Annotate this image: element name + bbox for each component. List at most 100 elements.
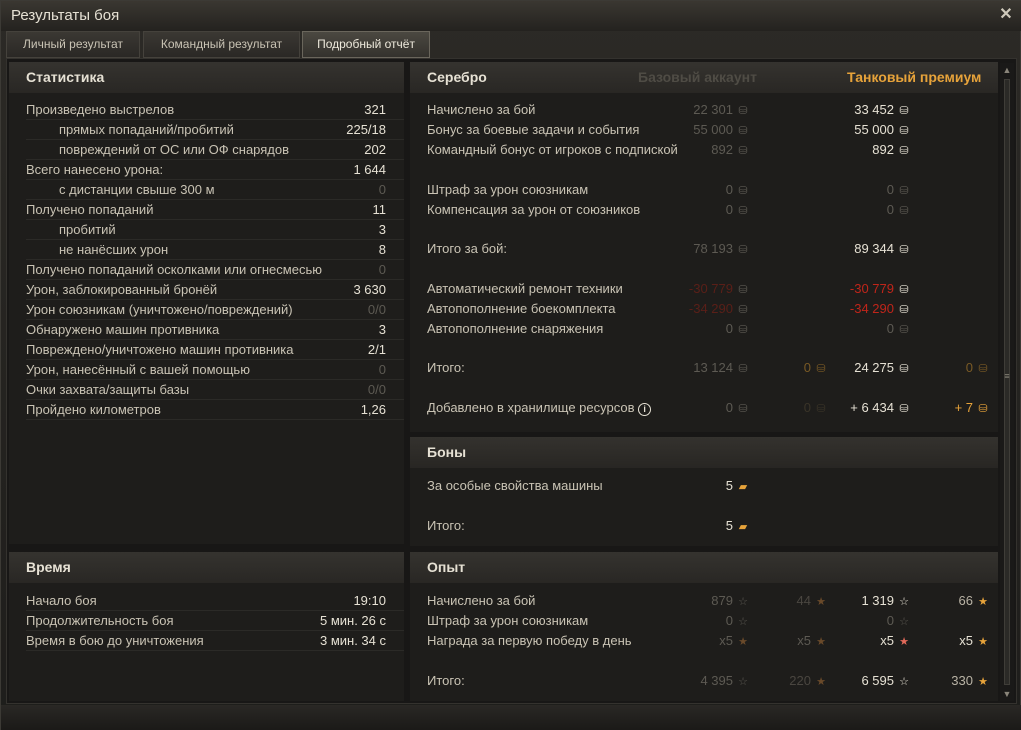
base-xp: 4 395 ☆: [700, 671, 750, 692]
scroll-grip-icon[interactable]: ≡: [1002, 371, 1012, 381]
prem-credits: 55 000 ⛁: [854, 120, 911, 141]
prem-xp: 0 ☆: [887, 611, 911, 632]
bottom-bar: [1, 705, 1021, 730]
base-gold-value: 0: [803, 360, 811, 375]
stat-value: 202: [364, 142, 386, 157]
bond-icon: ▰: [738, 521, 748, 533]
silver-label: Автопополнение снаряжения: [427, 321, 604, 336]
time-value: 5 мин. 26 с: [319, 613, 386, 628]
scroll-up-icon[interactable]: ▲: [1000, 63, 1014, 77]
stat-value: 2/1: [367, 342, 386, 357]
credits-icon: ⛁: [899, 324, 909, 336]
credits-icon: ⛁: [899, 304, 909, 316]
stat-label: не нанёсших урон: [59, 242, 169, 257]
silver-label: Штраф за урон союзникам: [427, 182, 589, 197]
base-credits: 55 000 ⛁: [693, 120, 750, 141]
prem-gold: 0 ⛁: [966, 358, 990, 379]
bonds-value: 5: [725, 518, 733, 533]
free-xp-star-icon: ★: [816, 636, 826, 648]
prem-gold: + 7 ⛁: [955, 398, 990, 419]
base-credits-value: 0: [725, 202, 733, 217]
base-gold: 0 ⛁: [804, 398, 828, 419]
bonds-amount: 5 ▰: [726, 516, 750, 537]
stat-label: Урон союзникам (уничтожено/повреждений): [26, 302, 293, 317]
prem-free-xp-value: 66: [958, 593, 973, 608]
base-credits: 13 124 ⛁: [693, 358, 750, 379]
silver-title-text: Серебро: [427, 69, 487, 85]
base-free-xp-value: x5: [797, 633, 811, 648]
window-title: Результаты боя: [11, 7, 120, 24]
free-xp-star-icon: ★: [816, 676, 826, 688]
silver-label: Добавлено в хранилище ресурсов i: [427, 398, 652, 418]
prem-credits: 0 ⛁: [887, 319, 911, 340]
scroll-track[interactable]: [1004, 79, 1010, 685]
detailed-report-content: Статистика Произведено выстрелов 321 прям…: [6, 58, 1017, 704]
stat-label: повреждений от ОС или ОФ снарядов: [59, 142, 290, 157]
silver-label: Командный бонус от игроков с подпиской: [427, 142, 678, 157]
premium-account-header: Танковый премиум: [847, 69, 982, 85]
base-credits: 892 ⛁: [711, 140, 750, 161]
credits-icon: ⛁: [738, 304, 748, 316]
xp-label: Итого:: [427, 673, 465, 688]
base-credits-value: 0: [725, 400, 733, 415]
base-xp-value: 879: [711, 593, 733, 608]
stat-label: Урон, заблокированный бронёй: [26, 282, 218, 297]
xp-star-icon: ★: [899, 636, 909, 648]
credits-icon: ⛁: [738, 284, 748, 296]
gold-icon: ⛁: [816, 403, 826, 415]
stat-label: Произведено выстрелов: [26, 102, 175, 117]
stat-value: 0: [378, 262, 386, 277]
base-free-xp: 220 ★: [789, 671, 828, 692]
credits-icon: ⛁: [738, 105, 748, 117]
stat-value: 3: [378, 222, 386, 237]
storage-label: Добавлено в хранилище ресурсов: [427, 400, 635, 415]
prem-credits: -30 779 ⛁: [850, 279, 911, 300]
prem-xp: 6 595 ☆: [861, 671, 911, 692]
stat-label: Обнаружено машин противника: [26, 322, 220, 337]
prem-credits-value: + 6 434: [850, 400, 894, 415]
xp-star-icon: ☆: [899, 616, 909, 628]
stat-value: 3: [378, 322, 386, 337]
prem-credits-value: 0: [886, 321, 894, 336]
experience-panel: Опыт Начислено за бой 879 ☆ 44 ★ 1 319 ☆ 66…: [410, 552, 998, 701]
prem-credits: 24 275 ⛁: [854, 358, 911, 379]
tab-team-result[interactable]: Командный результат: [143, 31, 300, 58]
xp-star-icon: ☆: [738, 616, 748, 628]
tab-detailed-report[interactable]: Подробный отчёт: [302, 31, 430, 58]
prem-credits-value: -34 290: [849, 301, 894, 316]
credits-icon: ⛁: [738, 205, 748, 217]
prem-credits: -34 290 ⛁: [850, 299, 911, 320]
stat-value: 225/18: [346, 122, 386, 137]
credits-icon: ⛁: [738, 185, 748, 197]
base-credits: 0 ⛁: [726, 398, 750, 419]
prem-credits-value: 0: [886, 182, 894, 197]
bond-icon: ▰: [738, 481, 748, 493]
stat-label: Повреждено/уничтожено машин противника: [26, 342, 294, 357]
info-icon[interactable]: i: [638, 403, 652, 416]
close-icon[interactable]: ✕: [998, 4, 1014, 24]
prem-gold-value: 0: [965, 360, 973, 375]
base-credits-value: 55 000: [693, 122, 733, 137]
gold-icon: ⛁: [978, 363, 988, 375]
base-gold: 0 ⛁: [804, 358, 828, 379]
scrollbar[interactable]: ▲ ≡ ▼: [1000, 63, 1014, 701]
prem-credits-value: 55 000: [854, 122, 894, 137]
time-title: Время: [9, 552, 404, 583]
stat-label: пробитий: [59, 222, 116, 237]
stat-label: Очки захвата/защиты базы: [26, 382, 190, 397]
xp-star-icon: ★: [738, 636, 748, 648]
xp-star-icon: ☆: [738, 676, 748, 688]
base-credits: 78 193 ⛁: [693, 239, 750, 260]
stat-value: 1 644: [353, 162, 386, 177]
scroll-down-icon[interactable]: ▼: [1000, 687, 1014, 701]
base-xp-value: 4 395: [700, 673, 733, 688]
statistics-title: Статистика: [9, 62, 404, 93]
base-xp: 0 ☆: [726, 611, 750, 632]
time-label: Продолжительность боя: [26, 613, 174, 628]
prem-gold-value: + 7: [954, 400, 973, 415]
credits-icon: ⛁: [899, 284, 909, 296]
stat-value: 1,26: [360, 402, 386, 417]
stat-value: 0: [378, 182, 386, 197]
base-credits: 0 ⛁: [726, 180, 750, 201]
tab-personal-result[interactable]: Личный результат: [6, 31, 140, 58]
